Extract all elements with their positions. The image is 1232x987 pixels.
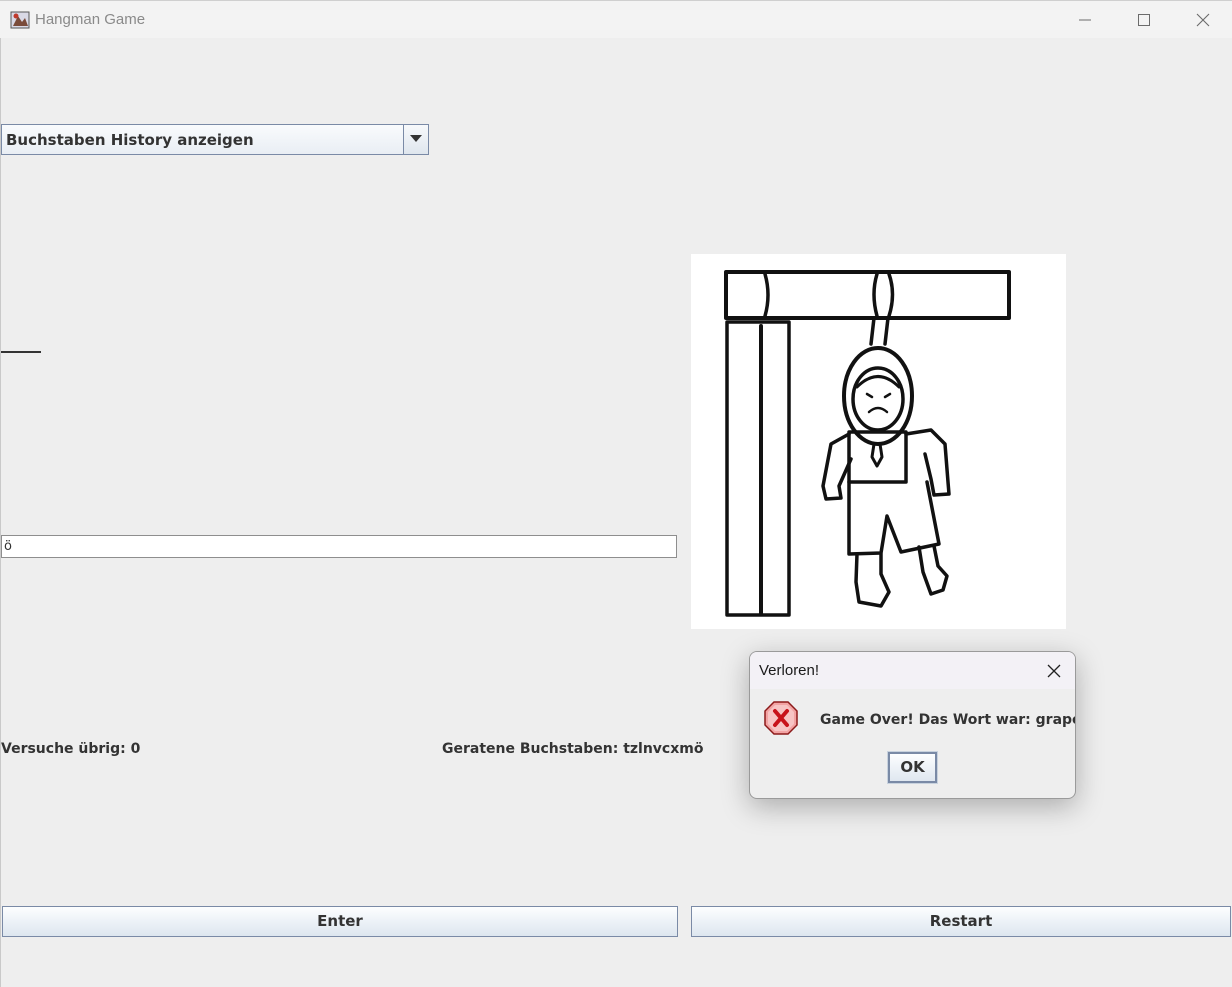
dialog-close-button[interactable] [1044, 661, 1064, 681]
history-dropdown-label: Buchstaben History anzeigen [6, 131, 254, 149]
restart-button[interactable]: Restart [691, 906, 1231, 937]
dialog-titlebar: Verloren! [750, 652, 1075, 689]
hangman-image [691, 254, 1066, 629]
history-dropdown[interactable]: Buchstaben History anzeigen [1, 124, 429, 155]
game-over-dialog: Verloren! Game Over! Das Wort war: grape… [749, 651, 1076, 799]
window-left-border [0, 38, 1, 987]
letter-input[interactable]: ö [1, 535, 677, 558]
window-title: Hangman Game [35, 11, 146, 28]
dialog-title: Verloren! [759, 662, 820, 679]
dialog-ok-button[interactable]: OK [887, 751, 938, 784]
close-icon [1047, 664, 1061, 678]
java-app-icon [10, 10, 30, 30]
dialog-message: Game Over! Das Wort war: grape [820, 712, 1076, 728]
dropdown-arrow-button[interactable] [403, 125, 428, 154]
guessed-letters-label: Geratene Buchstaben: tzlnvcxmö [442, 741, 704, 757]
close-window-button[interactable] [1180, 1, 1226, 39]
chevron-down-icon [410, 135, 422, 142]
error-icon [763, 700, 799, 736]
maximize-button[interactable] [1121, 1, 1167, 39]
enter-button[interactable]: Enter [2, 906, 678, 937]
word-placeholder-underline [1, 351, 41, 353]
minimize-button[interactable] [1062, 1, 1108, 39]
attempts-remaining-label: Versuche übrig: 0 [1, 741, 141, 757]
window-titlebar: Hangman Game [0, 0, 1232, 38]
